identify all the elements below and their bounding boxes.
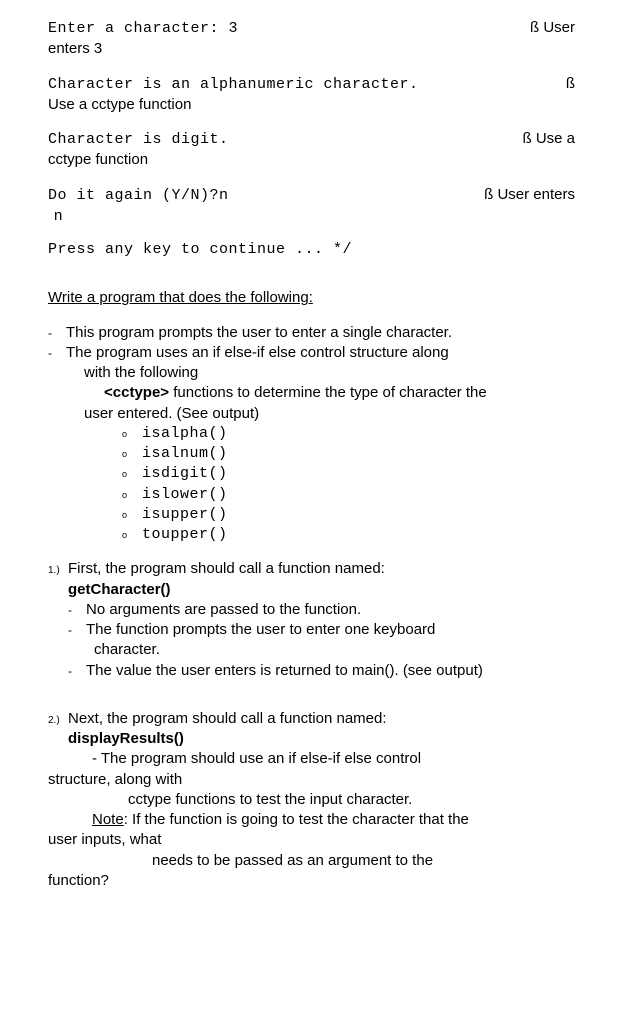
func-item-6: o toupper() (122, 525, 575, 545)
s1-c: - The value the user enters is returned … (68, 661, 575, 681)
dash-icon: - (68, 600, 86, 620)
func-item-1: o isalpha() (122, 424, 575, 444)
func-toupper: toupper() (142, 525, 228, 545)
func-isalpha: isalpha() (142, 424, 228, 444)
dash-icon: - (68, 661, 86, 681)
s2-b4: function? (48, 871, 575, 891)
func-item-2: o isalnum() (122, 444, 575, 464)
term-annot-2: ß (566, 74, 575, 94)
circle-icon: o (122, 485, 142, 505)
circle-icon: o (122, 525, 142, 545)
func-item-5: o isupper() (122, 505, 575, 525)
s1-c-text: The value the user enters is returned to… (86, 661, 575, 681)
func-isdigit: isdigit() (142, 464, 228, 484)
s2-a3: cctype functions to test the input chara… (48, 790, 575, 810)
func-item-3: o isdigit() (122, 464, 575, 484)
intro-2b: with the following (48, 363, 575, 383)
func-isupper: isupper() (142, 505, 228, 525)
term-alnum: Character is an alphanumeric character. (48, 75, 419, 95)
cctype-tag: <cctype> (104, 384, 169, 401)
step-2-text: Next, the program should call a function… (68, 709, 387, 729)
dash-icon: - (68, 620, 86, 640)
section-heading: Write a program that does the following: (48, 288, 575, 308)
dash-icon: - (48, 323, 66, 343)
dash-icon: - (48, 343, 66, 363)
intro-2c: <cctype> functions to determine the type… (48, 383, 575, 403)
s2-b2: user inputs, what (48, 830, 575, 850)
term-line-1b: enters 3 (48, 39, 575, 59)
s2-a2: structure, along with (48, 770, 575, 790)
s1-b: - The function prompts the user to enter… (68, 620, 575, 640)
s2-b3: needs to be passed as an argument to the (48, 851, 575, 871)
intro-2d: user entered. (See output) (48, 404, 575, 424)
func-islower: islower() (142, 485, 228, 505)
note-rest: : If the function is going to test the c… (124, 811, 469, 828)
term-continue: Press any key to continue ... */ (48, 240, 575, 260)
s1-a-text: No arguments are passed to the function. (86, 600, 575, 620)
circle-icon: o (122, 505, 142, 525)
func-isalnum: isalnum() (142, 444, 228, 464)
term-line-4b: n (48, 206, 575, 226)
intro-item-1: - This program prompts the user to enter… (48, 323, 575, 343)
term-line-1: Enter a character: 3 ß User (48, 18, 575, 39)
term-prompt: Enter a character: 3 (48, 19, 238, 39)
intro-2c-post: functions to determine the type of chara… (169, 384, 487, 401)
circle-icon: o (122, 424, 142, 444)
intro-item-2: - The program uses an if else-if else co… (48, 343, 575, 363)
term-line-3: Character is digit. ß Use a (48, 129, 575, 150)
s2-a1: - The program should use an if else-if e… (48, 749, 575, 769)
term-annot-1: ß User (530, 18, 575, 38)
circle-icon: o (122, 444, 142, 464)
getcharacter-name: getCharacter() (48, 580, 575, 600)
term-digit: Character is digit. (48, 130, 229, 150)
func-item-4: o islower() (122, 485, 575, 505)
step-1-text: First, the program should call a functio… (68, 559, 385, 579)
intro-1-text: This program prompts the user to enter a… (66, 323, 575, 343)
term-annot-3: ß Use a (522, 129, 575, 149)
s1-b2: character. (68, 640, 575, 660)
term-again: Do it again (Y/N)?n (48, 186, 229, 206)
circle-icon: o (122, 464, 142, 484)
note-label: Note (92, 811, 124, 828)
step-1-head: 1.) First, the program should call a fun… (48, 559, 575, 579)
intro-2a-text: The program uses an if else-if else cont… (66, 343, 575, 363)
s2-note: Note: If the function is going to test t… (48, 810, 575, 830)
term-line-2: Character is an alphanumeric character. … (48, 74, 575, 95)
term-line-3b: cctype function (48, 150, 575, 170)
step-2-number: 2.) (48, 710, 68, 728)
step-2-head: 2.) Next, the program should call a func… (48, 709, 575, 729)
term-line-4: Do it again (Y/N)?n ß User enters (48, 185, 575, 206)
step-1-number: 1.) (48, 560, 68, 578)
s1-a: - No arguments are passed to the functio… (68, 600, 575, 620)
term-annot-4: ß User enters (484, 185, 575, 205)
displayresults-name: displayResults() (48, 729, 575, 749)
term-line-2b: Use a cctype function (48, 95, 575, 115)
s1-b1-text: The function prompts the user to enter o… (86, 620, 575, 640)
